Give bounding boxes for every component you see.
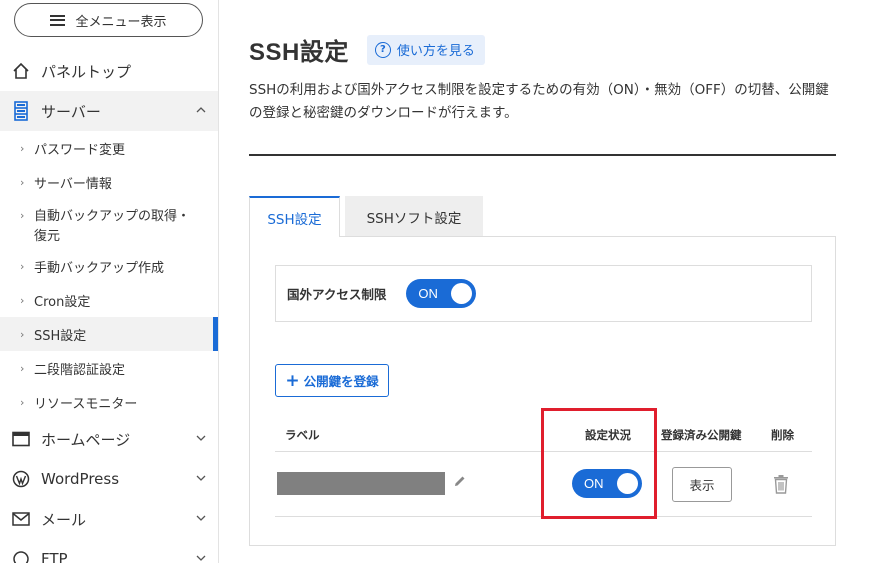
- sidebar-subitem-cron[interactable]: › Cron設定: [0, 283, 218, 317]
- sidebar-item-ftp[interactable]: FTP: [0, 539, 218, 563]
- sidebar-subitem-resource-monitor[interactable]: › リソースモニター: [0, 385, 218, 419]
- foreign-access-toggle[interactable]: ON: [406, 279, 477, 308]
- sidebar-subitem-label: 手動バックアップ作成: [34, 260, 165, 276]
- sidebar-item-server[interactable]: サーバー: [0, 91, 218, 131]
- help-label: 使い方を見る: [396, 44, 475, 59]
- sidebar-item-mail[interactable]: メール: [0, 499, 218, 539]
- question-icon: ?: [374, 41, 391, 58]
- highlight-box: [541, 408, 657, 519]
- toggle-state: ON: [418, 286, 438, 301]
- sidebar-subitem-label: サーバー情報: [34, 176, 112, 192]
- sidebar-item-label: パネルトップ: [41, 62, 132, 81]
- chevron-down-icon: [196, 435, 206, 441]
- chevron-right-icon: ›: [20, 259, 25, 273]
- chevron-right-icon: ›: [20, 141, 25, 155]
- sidebar-item-label: WordPress: [41, 470, 120, 488]
- sidebar-item-wordpress[interactable]: WordPress: [0, 459, 218, 499]
- add-public-key-button[interactable]: + 公開鍵を登録: [275, 364, 389, 397]
- page-description: SSHの利用および国外アクセス制限を設定するための有効（ON）・無効（OFF）の…: [249, 82, 829, 121]
- sidebar-item-homepage[interactable]: ホームページ: [0, 419, 218, 459]
- sidebar-subitem-manual-backup[interactable]: › 手動バックアップ作成: [0, 249, 218, 283]
- chevron-right-icon: ›: [20, 361, 25, 375]
- all-menu-label: 全メニュー表示: [75, 14, 167, 30]
- tab-ssh-software-settings[interactable]: SSHソフト設定: [345, 196, 483, 237]
- header-label: ラベル: [285, 428, 320, 442]
- title-divider: [249, 154, 836, 156]
- plus-icon: +: [285, 370, 300, 391]
- chevron-right-icon: ›: [20, 327, 25, 341]
- title-row: SSH設定 ? 使い方を見る: [249, 32, 485, 67]
- sidebar-subitem-label: パスワード変更: [34, 142, 126, 158]
- sidebar-subitem-label: SSH設定: [34, 328, 87, 344]
- header-registered-key: 登録済み公開鍵: [661, 428, 742, 442]
- sidebar-subitem-label: Cron設定: [34, 294, 91, 310]
- ftp-icon: [11, 549, 31, 563]
- sidebar-subitem-server-info[interactable]: › サーバー情報: [0, 165, 218, 199]
- chevron-right-icon: ›: [20, 209, 25, 222]
- sidebar-nav: パネルトップ サーバー › パスワード変更 › サーバー情報 › 自動バックアッ…: [0, 51, 218, 563]
- sidebar-subitem-two-factor[interactable]: › 二段階認証設定: [0, 351, 218, 385]
- hamburger-icon: [50, 14, 66, 26]
- all-menu-button[interactable]: 全メニュー表示: [14, 3, 203, 37]
- foreign-access-label: 国外アクセス制限: [287, 287, 387, 302]
- sidebar-item-label: FTP: [41, 550, 68, 563]
- tab-ssh-settings[interactable]: SSH設定: [249, 196, 340, 237]
- header-delete: 削除: [771, 428, 794, 442]
- sidebar-item-label: サーバー: [41, 102, 101, 121]
- redacted-label: [277, 472, 445, 495]
- sidebar: 全メニュー表示 パネルトップ サーバー › パスワード変更 › サーバー情報 ›…: [0, 0, 219, 563]
- sidebar-subitem-auto-backup[interactable]: › 自動バックアップの取得・復元: [0, 199, 218, 249]
- home-icon: [11, 61, 31, 81]
- help-button[interactable]: ? 使い方を見る: [366, 34, 485, 65]
- sidebar-item-label: ホームページ: [41, 430, 131, 449]
- chevron-right-icon: ›: [20, 395, 25, 409]
- mail-icon: [11, 509, 31, 529]
- show-key-button[interactable]: 表示: [672, 467, 732, 502]
- wordpress-icon: [11, 469, 31, 489]
- chevron-down-icon: [196, 515, 206, 521]
- tab-bar: SSH設定 SSHソフト設定: [249, 196, 483, 237]
- sidebar-item-panel-top[interactable]: パネルトップ: [0, 51, 218, 91]
- add-key-label: 公開鍵を登録: [303, 374, 379, 389]
- sidebar-item-label: メール: [41, 510, 87, 529]
- sidebar-subitem-ssh[interactable]: › SSH設定: [0, 317, 218, 351]
- chevron-down-icon: [196, 475, 206, 481]
- pencil-icon[interactable]: [453, 474, 467, 488]
- server-icon: [11, 101, 31, 121]
- browser-window-icon: [11, 429, 31, 449]
- chevron-up-icon: [196, 107, 206, 113]
- sidebar-subitem-password[interactable]: › パスワード変更: [0, 131, 218, 165]
- page-title: SSH設定: [249, 39, 349, 66]
- sidebar-subitem-label: 自動バックアップの取得・復元: [34, 209, 191, 245]
- sidebar-subitem-label: リソースモニター: [34, 396, 138, 412]
- chevron-right-icon: ›: [20, 293, 25, 307]
- chevron-right-icon: ›: [20, 175, 25, 189]
- trash-icon[interactable]: [772, 474, 790, 494]
- sidebar-subitem-label: 二段階認証設定: [34, 362, 126, 378]
- foreign-access-section: 国外アクセス制限 ON: [275, 265, 812, 322]
- toggle-knob: [451, 283, 473, 304]
- chevron-down-icon: [196, 555, 206, 561]
